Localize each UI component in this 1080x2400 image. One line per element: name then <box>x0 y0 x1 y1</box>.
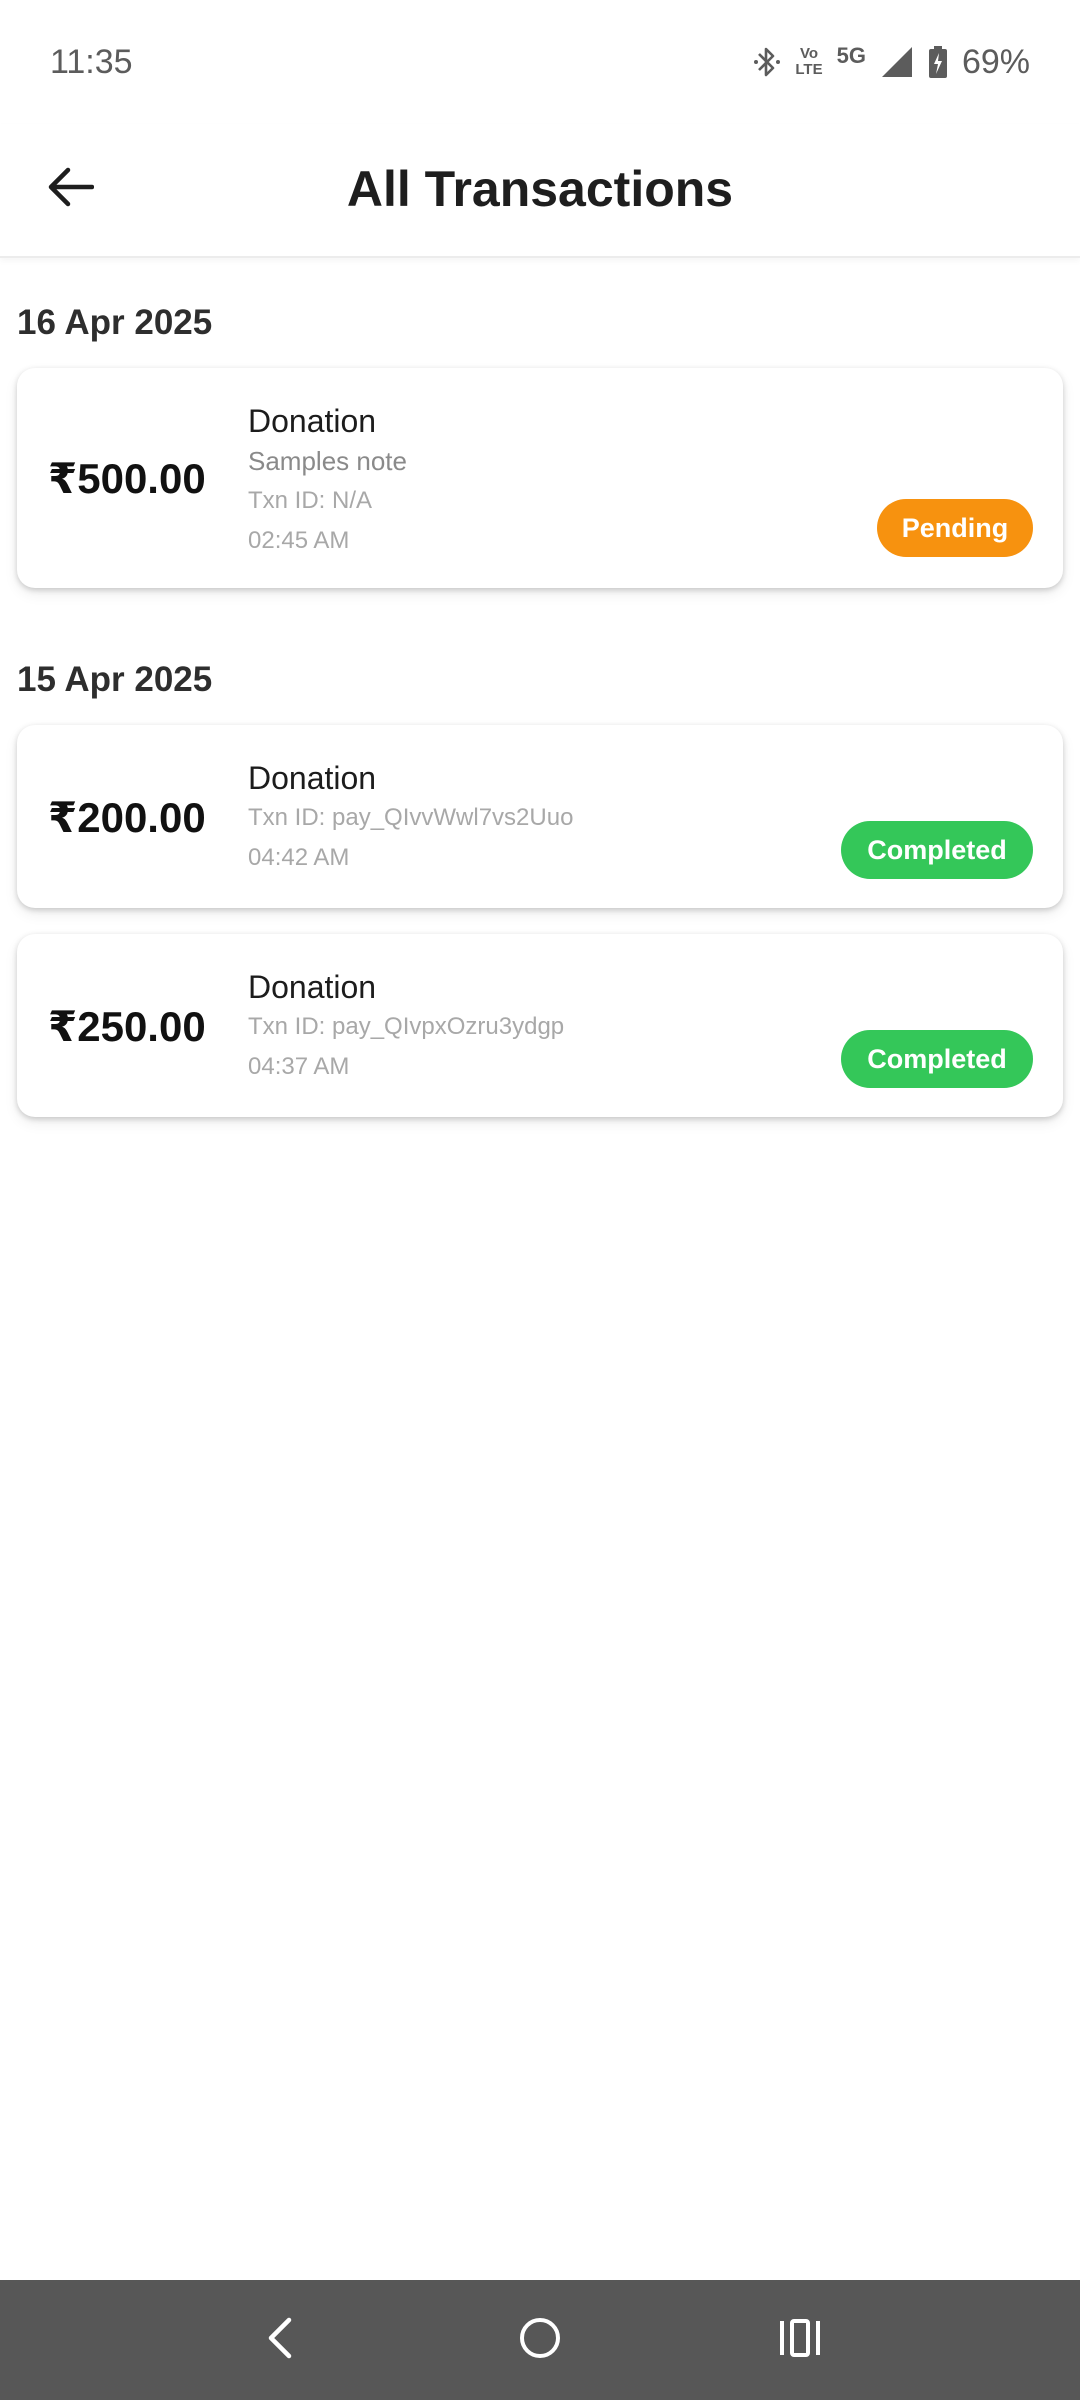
app-bar: All Transactions <box>0 124 1080 258</box>
status-bar: 11:35 Vo LTE 5G 69% <box>0 0 1080 124</box>
transaction-amount: ₹250.00 <box>48 1003 206 1050</box>
transaction-id: Txn ID: pay_QIvvWwl7vs2Uuo <box>248 804 574 831</box>
transactions-screen: 11:35 Vo LTE 5G 69% All Transactions 16 … <box>0 0 1080 2400</box>
transaction-card[interactable]: ₹200.00 Donation Txn ID: pay_QIvvWwl7vs2… <box>17 725 1063 908</box>
date-header: 15 Apr 2025 <box>17 660 213 699</box>
circle-home-icon <box>518 2316 562 2365</box>
transaction-title: Donation <box>248 403 377 439</box>
page-title: All Transactions <box>346 161 734 217</box>
transaction-time: 02:45 AM <box>248 527 350 554</box>
nav-recents-button[interactable] <box>760 2300 840 2380</box>
transaction-amount: ₹200.00 <box>48 794 206 841</box>
status-badge: Completed <box>841 821 1033 879</box>
transaction-amount: ₹500.00 <box>48 455 206 502</box>
status-time: 11:35 <box>50 42 133 81</box>
transaction-note: Samples note <box>248 446 407 476</box>
transaction-card[interactable]: ₹250.00 Donation Txn ID: pay_QIvpxOzru3y… <box>17 934 1063 1117</box>
transaction-title: Donation <box>248 760 377 796</box>
transaction-info: Donation Samples note Txn ID: N/A 02:45 … <box>248 401 407 561</box>
battery-percent: 69% <box>961 42 1030 81</box>
signal-icon <box>880 45 914 79</box>
transaction-time: 04:37 AM <box>248 1053 350 1080</box>
transaction-card[interactable]: ₹500.00 Donation Samples note Txn ID: N/… <box>17 368 1063 588</box>
battery-charging-icon <box>928 45 948 79</box>
network-type: 5G <box>836 43 866 68</box>
nav-back-button[interactable] <box>240 2300 320 2380</box>
lte-label: LTE <box>795 61 823 78</box>
system-nav-bar <box>0 2280 1080 2400</box>
status-badge: Completed <box>841 1030 1033 1088</box>
nav-home-button[interactable] <box>500 2300 580 2380</box>
recents-icon <box>777 2318 823 2363</box>
status-badge: Pending <box>877 499 1033 557</box>
transaction-info: Donation Txn ID: pay_QIvpxOzru3ydgp 04:3… <box>248 967 564 1087</box>
bluetooth-icon <box>753 45 781 79</box>
status-icons: Vo LTE 5G 69% <box>753 43 1030 82</box>
volte-label: Vo <box>799 45 818 62</box>
volte-indicator: Vo LTE <box>795 46 822 78</box>
chevron-left-icon <box>263 2316 297 2365</box>
transaction-time: 04:42 AM <box>248 844 350 871</box>
transaction-title: Donation <box>248 969 377 1005</box>
transaction-id: Txn ID: N/A <box>248 487 373 514</box>
transaction-info: Donation Txn ID: pay_QIvvWwl7vs2Uuo 04:4… <box>248 758 573 878</box>
date-header: 16 Apr 2025 <box>17 303 213 342</box>
transaction-id: Txn ID: pay_QIvpxOzru3ydgp <box>248 1013 565 1040</box>
